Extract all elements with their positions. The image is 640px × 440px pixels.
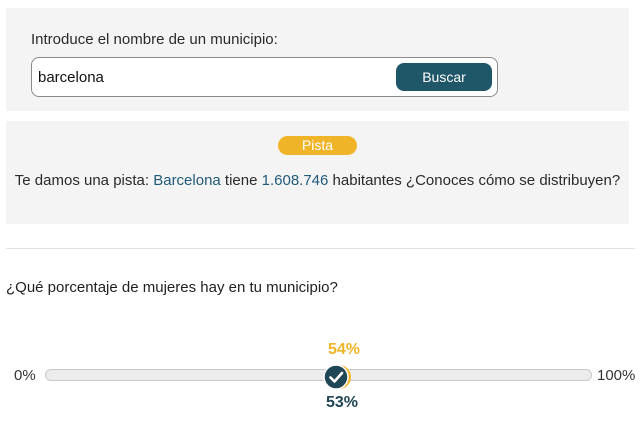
search-label: Introduce el nombre de un municipio:	[31, 31, 278, 48]
hint-population: 1.608.746	[261, 172, 329, 189]
hint-text-suffix: habitantes ¿Conoces cómo se distribuyen?	[328, 172, 621, 189]
slider-min-label: 0%	[14, 367, 36, 384]
question-text: ¿Qué porcentaje de mujeres hay en tu mun…	[6, 279, 338, 296]
slider-max-label: 100%	[597, 367, 636, 384]
search-panel: Introduce el nombre de un municipio: Bus…	[6, 8, 629, 111]
guess-percentage-label: 54%	[327, 341, 361, 358]
percentage-slider-track[interactable]	[45, 369, 592, 381]
hint-text: Te damos una pista: Barcelona tiene 1.60…	[6, 172, 629, 189]
hint-text-middle: tiene	[220, 172, 262, 189]
actual-marker	[323, 364, 349, 390]
hint-text-prefix: Te damos una pista:	[14, 172, 154, 189]
search-button[interactable]: Buscar	[396, 63, 492, 91]
divider	[6, 248, 635, 249]
municipality-input[interactable]	[38, 65, 388, 89]
actual-percentage-label: 53%	[325, 394, 359, 411]
search-box: Buscar	[31, 57, 498, 97]
hint-city: Barcelona	[153, 172, 221, 189]
hint-panel: Pista Te damos una pista: Barcelona tien…	[6, 121, 629, 224]
slider-handle[interactable]	[322, 362, 352, 392]
hint-badge: Pista	[278, 136, 357, 155]
